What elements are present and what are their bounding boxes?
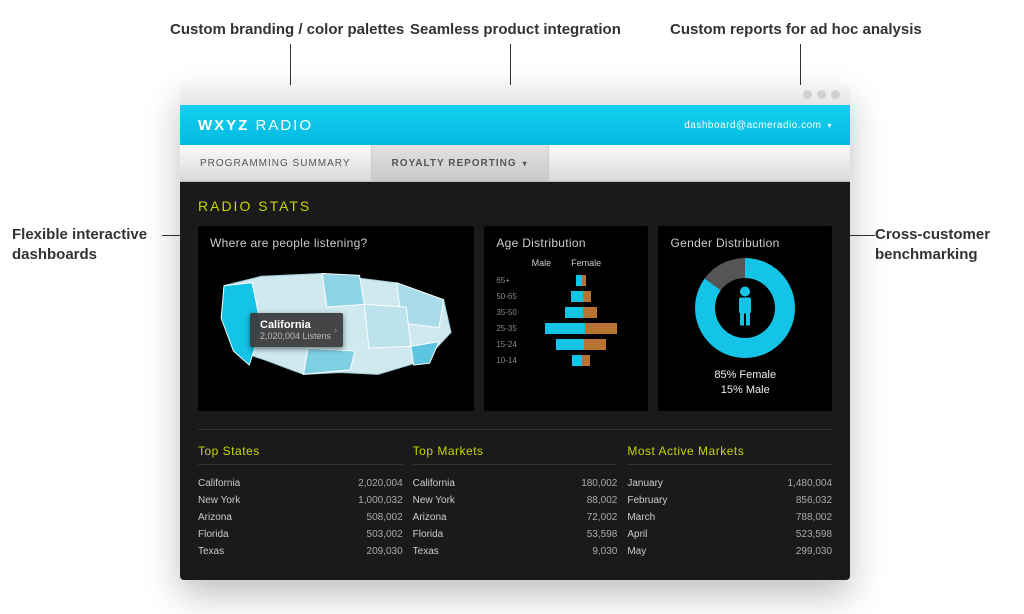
app-window: WXYZ RADIO dashboard@acmeradio.com ▾ PRO…: [180, 85, 850, 580]
chevron-down-icon: ▾: [827, 121, 832, 130]
panel-gender-title: Gender Distribution: [670, 236, 820, 250]
panel-age-title: Age Distribution: [496, 236, 636, 250]
nav-tabs: PROGRAMMING SUMMARY ROYALTY REPORTING ▾: [180, 145, 850, 182]
table-row[interactable]: Arizona72,002: [413, 509, 618, 526]
window-control-dot[interactable]: [817, 90, 826, 99]
tab-programming-summary[interactable]: PROGRAMMING SUMMARY: [180, 145, 372, 181]
callout-integration: Seamless product integration: [410, 20, 621, 40]
age-legend: MaleFemale: [496, 258, 636, 268]
panel-gender[interactable]: Gender Distribution 85% Female 15% Male: [658, 226, 832, 411]
table-row[interactable]: Florida503,002: [198, 526, 403, 543]
table-row[interactable]: Arizona508,002: [198, 509, 403, 526]
table-most-active: Most Active Markets January1,480,004 Feb…: [627, 444, 832, 560]
chevron-down-icon: ▾: [523, 159, 528, 168]
table-row[interactable]: March788,002: [627, 509, 832, 526]
person-icon: [734, 286, 756, 331]
table-title: Top Markets: [413, 444, 618, 465]
table-row[interactable]: Florida53,598: [413, 526, 618, 543]
callout-dashboards: Flexible interactive dashboards: [12, 225, 162, 264]
panel-age[interactable]: Age Distribution MaleFemale 65+ 50-65 35…: [484, 226, 648, 411]
callout-reports: Custom reports for ad hoc analysis: [670, 20, 922, 40]
callout-branding: Custom branding / color palettes: [170, 20, 404, 40]
table-row[interactable]: California180,002: [413, 475, 618, 492]
table-row[interactable]: New York1,000,032: [198, 492, 403, 509]
panel-map[interactable]: Where are people listening? Cal: [198, 226, 474, 411]
table-top-states: Top States California2,020,004 New York1…: [198, 444, 403, 560]
dashboard-body: RADIO STATS Where are people listening?: [180, 182, 850, 580]
table-row[interactable]: New York88,002: [413, 492, 618, 509]
window-chrome: [180, 85, 850, 105]
table-top-markets: Top Markets California180,002 New York88…: [413, 444, 618, 560]
window-control-dot[interactable]: [831, 90, 840, 99]
table-row[interactable]: California2,020,004: [198, 475, 403, 492]
table-row[interactable]: May299,030: [627, 543, 832, 560]
brand-logo: WXYZ RADIO: [198, 117, 313, 134]
panel-map-title: Where are people listening?: [210, 236, 462, 250]
table-title: Most Active Markets: [627, 444, 832, 465]
user-menu[interactable]: dashboard@acmeradio.com ▾: [684, 120, 832, 131]
table-row[interactable]: April523,598: [627, 526, 832, 543]
callout-benchmarking: Cross-customer benchmarking: [875, 225, 1015, 264]
table-row[interactable]: January1,480,004: [627, 475, 832, 492]
bottom-tables: Top States California2,020,004 New York1…: [198, 429, 832, 560]
table-row[interactable]: February856,032: [627, 492, 832, 509]
gender-summary: 85% Female 15% Male: [714, 368, 776, 399]
age-pyramid: 65+ 50-65 35-50 25-35 15-24 10-14: [496, 272, 636, 368]
tab-royalty-reporting[interactable]: ROYALTY REPORTING ▾: [372, 145, 549, 181]
section-title: RADIO STATS: [198, 198, 832, 214]
chevron-right-icon: ›: [334, 325, 337, 335]
gender-donut: [695, 258, 795, 358]
table-row[interactable]: Texas9,030: [413, 543, 618, 560]
top-bar: WXYZ RADIO dashboard@acmeradio.com ▾: [180, 105, 850, 145]
table-title: Top States: [198, 444, 403, 465]
table-row[interactable]: Texas209,030: [198, 543, 403, 560]
map-tooltip[interactable]: California 2,020,004 Listens ›: [250, 313, 343, 347]
window-control-dot[interactable]: [803, 90, 812, 99]
us-map[interactable]: California 2,020,004 Listens ›: [210, 258, 462, 388]
